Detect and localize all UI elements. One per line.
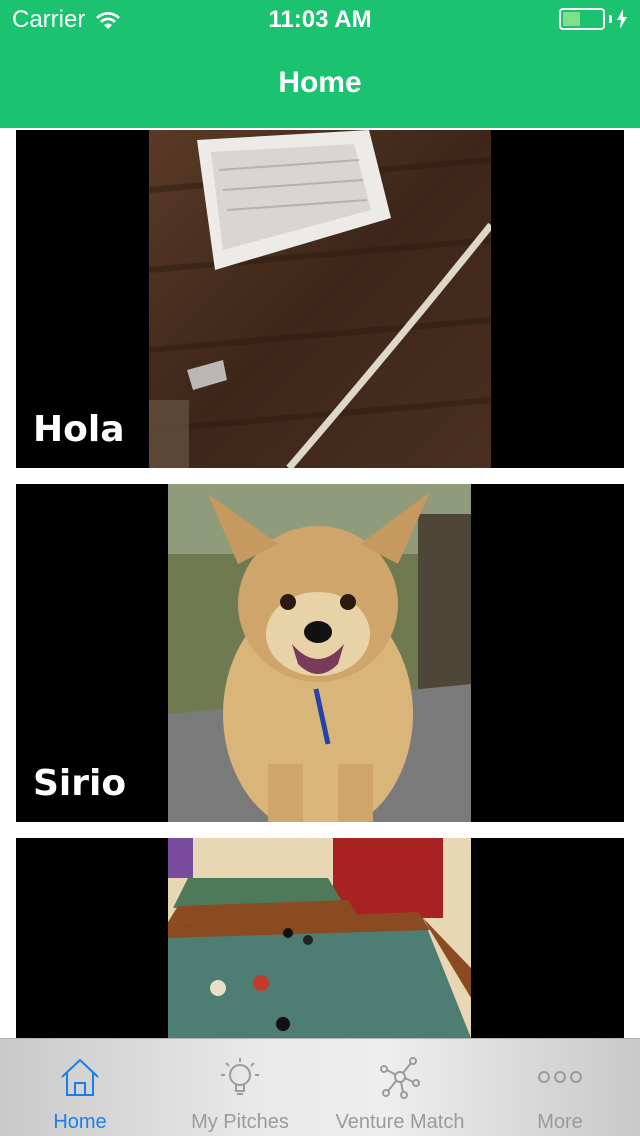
tab-venture-match[interactable]: Venture Match <box>320 1039 480 1136</box>
tab-label: Home <box>53 1111 107 1133</box>
battery-indicator <box>559 8 628 30</box>
tab-label: Venture Match <box>335 1111 465 1133</box>
network-icon <box>380 1057 420 1099</box>
clock: 11:03 AM <box>268 6 372 33</box>
tab-my-pitches[interactable]: My Pitches <box>160 1039 320 1136</box>
tab-label: More <box>537 1111 583 1133</box>
pitch-title: Sirio <box>33 763 127 804</box>
dog-photo <box>168 484 471 822</box>
tab-bar: Home My Pitches Venture Match More <box>0 1038 640 1136</box>
pitch-card[interactable]: Hola <box>16 130 624 468</box>
battery-icon <box>559 8 605 30</box>
house-icon <box>61 1058 99 1096</box>
pitch-card[interactable]: Sirio <box>16 484 624 822</box>
charging-bolt-icon <box>617 9 627 29</box>
navigation-header: Carrier 11:03 AM Home <box>0 0 640 128</box>
tab-home[interactable]: Home <box>0 1039 160 1136</box>
tab-label: My Pitches <box>191 1111 289 1133</box>
tab-more[interactable]: More <box>480 1039 640 1136</box>
pool-table-photo <box>168 838 471 1038</box>
pitch-title: Hola <box>33 409 125 450</box>
more-dots-icon <box>538 1071 582 1083</box>
status-bar: Carrier 11:03 AM <box>0 0 640 40</box>
notebook-on-table-photo <box>149 130 491 468</box>
pitch-card[interactable] <box>16 838 624 1038</box>
page-title: Home <box>278 66 362 99</box>
pitch-feed[interactable]: Hola Sirio <box>0 128 640 1038</box>
lightbulb-icon <box>221 1058 259 1095</box>
